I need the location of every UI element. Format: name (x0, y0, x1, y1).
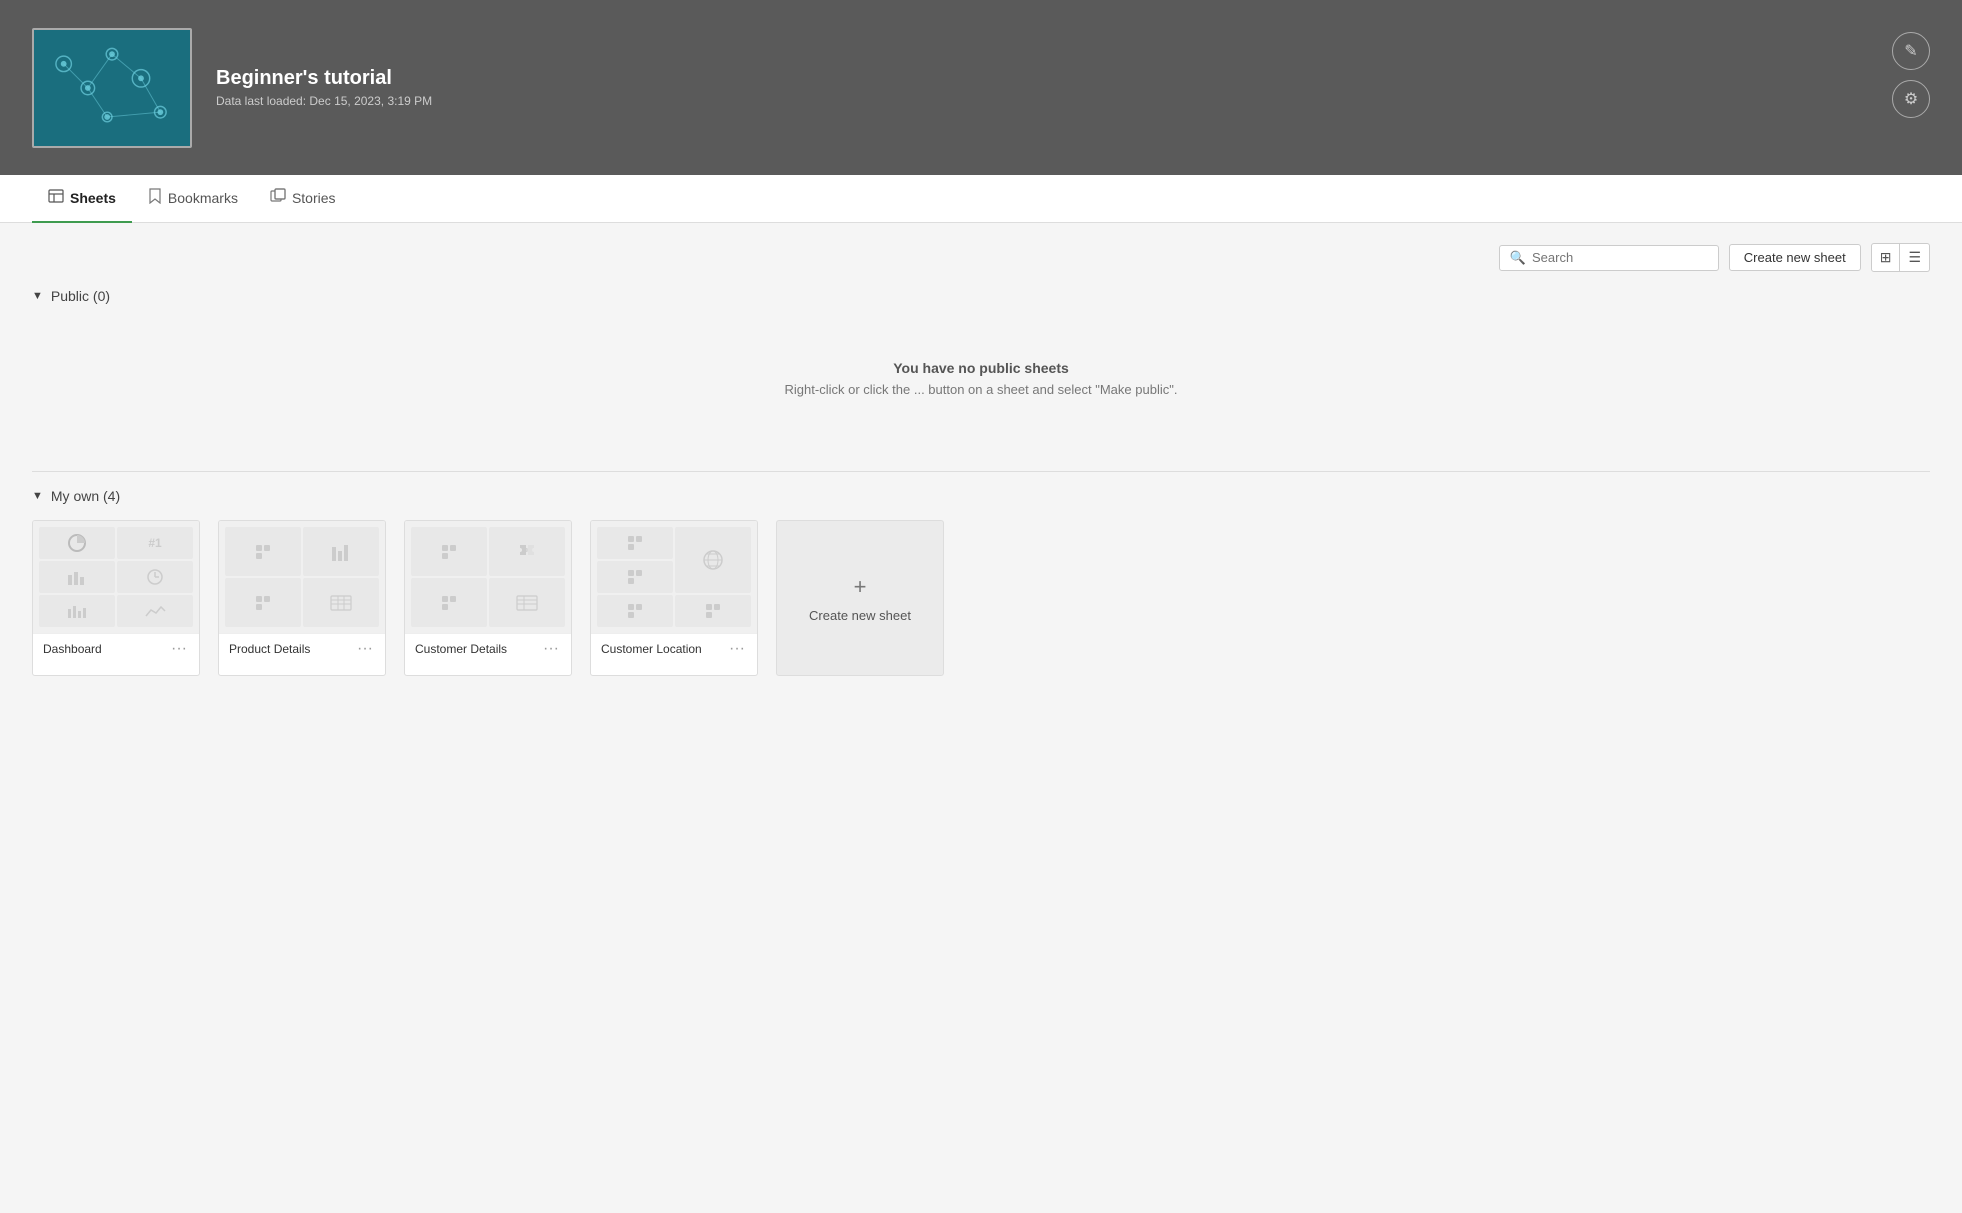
app-header: Beginner's tutorial Data last loaded: De… (0, 0, 1962, 175)
sheets-icon (48, 188, 64, 209)
empty-desc: Right-click or click the ... button on a… (32, 382, 1930, 397)
empty-state: You have no public sheets Right-click or… (32, 320, 1930, 447)
header-info: Beginner's tutorial Data last loaded: De… (216, 67, 432, 108)
list-view-button[interactable]: ☰ (1900, 243, 1930, 272)
tab-bookmarks-label: Bookmarks (168, 190, 238, 206)
create-new-sheet-button-top[interactable]: Create new sheet (1729, 244, 1861, 271)
product-details-footer: Product Details ··· (219, 633, 385, 664)
tab-bookmarks[interactable]: Bookmarks (132, 175, 254, 223)
settings-icon: ⚙ (1904, 89, 1918, 109)
grid-view-button[interactable]: ⊞ (1871, 243, 1901, 272)
thumb-cell-number1: #1 (117, 527, 193, 559)
search-icon: 🔍 (1510, 250, 1526, 266)
tab-sheets-label: Sheets (70, 190, 116, 206)
customer-details-more-btn[interactable]: ··· (541, 640, 561, 658)
thumb-cell-clock (117, 561, 193, 593)
list-icon: ☰ (1908, 249, 1921, 265)
app-title: Beginner's tutorial (216, 67, 432, 90)
grid-icon: ⊞ (1880, 249, 1892, 265)
thumb-cell-qlik3 (411, 527, 487, 576)
create-new-sheet-card[interactable]: + Create new sheet (776, 520, 944, 676)
thumb-cell-globe (675, 527, 751, 593)
product-details-name: Product Details (229, 642, 310, 656)
thumb-cell-small-bar (39, 595, 115, 627)
dashboard-thumbnail: #1 (33, 521, 199, 633)
myown-section-label: My own (4) (51, 488, 120, 504)
dashboard-name: Dashboard (43, 642, 102, 656)
empty-title: You have no public sheets (32, 360, 1930, 376)
customer-location-name: Customer Location (601, 642, 702, 656)
stories-icon (270, 188, 286, 209)
thumb-cell-pie (39, 527, 115, 559)
product-thumbnail (219, 521, 385, 633)
customer-details-thumbnail (405, 521, 571, 633)
main-content: 🔍 Create new sheet ⊞ ☰ ▼ Public (0) You … (0, 223, 1962, 1213)
dashboard-card-footer: Dashboard ··· (33, 633, 199, 664)
tabs-bar: Sheets Bookmarks Stories (0, 175, 1962, 223)
cards-row: #1 Dashboard ··· (32, 520, 1930, 676)
tab-stories-label: Stories (292, 190, 336, 206)
app-subtitle: Data last loaded: Dec 15, 2023, 3:19 PM (216, 94, 432, 108)
thumb-cell-qlik7 (597, 595, 673, 627)
settings-button[interactable]: ⚙ (1892, 80, 1930, 118)
customer-details-name: Customer Details (415, 642, 507, 656)
thumb-cell-qlik4 (411, 578, 487, 627)
thumb-cell-table2 (489, 578, 565, 627)
public-section-header[interactable]: ▼ Public (0) (32, 288, 1930, 304)
customer-location-thumbnail (591, 521, 757, 633)
sheet-card-product-details[interactable]: Product Details ··· (218, 520, 386, 676)
thumb-cell-qlik (225, 527, 301, 576)
thumb-cell-qlik5 (597, 527, 673, 559)
create-new-label: Create new sheet (809, 608, 911, 623)
edit-icon: ✎ (1904, 41, 1917, 61)
app-thumbnail (32, 28, 192, 148)
customer-location-more-btn[interactable]: ··· (727, 640, 747, 658)
chevron-down-icon: ▼ (32, 290, 43, 302)
search-box[interactable]: 🔍 (1499, 245, 1719, 271)
customer-location-footer: Customer Location ··· (591, 633, 757, 664)
dashboard-more-btn[interactable]: ··· (169, 640, 189, 658)
chevron-down-icon-2: ▼ (32, 490, 43, 502)
search-input[interactable] (1532, 250, 1708, 265)
toolbar-row: 🔍 Create new sheet ⊞ ☰ (32, 243, 1930, 272)
customer-details-footer: Customer Details ··· (405, 633, 571, 664)
sheet-card-dashboard[interactable]: #1 Dashboard ··· (32, 520, 200, 676)
product-details-more-btn[interactable]: ··· (355, 640, 375, 658)
thumb-cell-bar (39, 561, 115, 593)
bookmark-icon (148, 188, 162, 209)
public-section-label: Public (0) (51, 288, 110, 304)
tab-stories[interactable]: Stories (254, 175, 352, 223)
view-toggle: ⊞ ☰ (1871, 243, 1930, 272)
thumb-cell-line (117, 595, 193, 627)
thumb-cell-table (303, 578, 379, 627)
myown-section-header[interactable]: ▼ My own (4) (32, 488, 1930, 504)
sheet-card-customer-details[interactable]: Customer Details ··· (404, 520, 572, 676)
edit-button[interactable]: ✎ (1892, 32, 1930, 70)
tab-sheets[interactable]: Sheets (32, 175, 132, 223)
section-divider (32, 471, 1930, 472)
thumb-cell-qlik6 (597, 561, 673, 593)
sheet-card-customer-location[interactable]: Customer Location ··· (590, 520, 758, 676)
thumb-cell-qlik2 (225, 578, 301, 627)
thumb-cell-qlik8 (675, 595, 751, 627)
header-actions: ✎ ⚙ (1892, 32, 1930, 118)
thumb-cell-bar2 (303, 527, 379, 576)
plus-icon: + (854, 574, 867, 600)
thumb-cell-puzzle (489, 527, 565, 576)
